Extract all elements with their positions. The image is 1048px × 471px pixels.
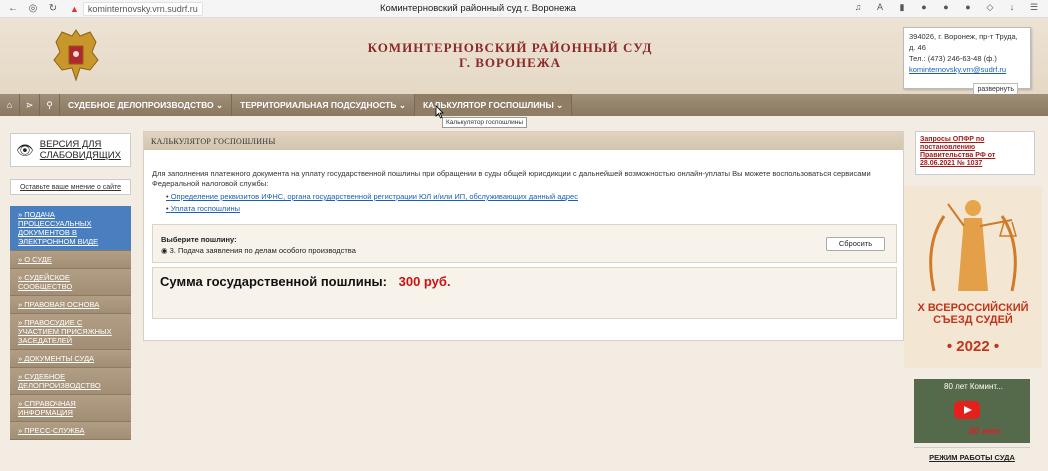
home-icon[interactable]: ⌂: [0, 94, 20, 116]
search-icon[interactable]: ⚲: [40, 94, 60, 116]
browser-toolbar: ← ◎ ↻ ▲ kominternovsky.vrn.sudrf.ru Коми…: [0, 0, 1048, 18]
sidebar-item-reference[interactable]: СПРАВОЧНАЯ ИНФОРМАЦИЯ: [10, 395, 131, 422]
menu-icon[interactable]: ☰: [1028, 2, 1040, 13]
sidebar-item-judges[interactable]: СУДЕЙСКОЕ СООБЩЕСТВО: [10, 269, 131, 296]
phone-text: Тел.: (473) 246-63-48 (ф.): [909, 54, 997, 63]
reload-icon[interactable]: ↻: [46, 2, 60, 16]
page-title: КАЛЬКУЛЯТОР ГОСПОШЛИНЫ: [144, 132, 903, 150]
back-icon[interactable]: ←: [6, 2, 20, 16]
main-menu: ⌂ ⋗ ⚲ СУДЕБНОЕ ДЕЛОПРОИЗВОДСТВО ⌄ ТЕРРИТ…: [0, 94, 1048, 116]
main-content: КАЛЬКУЛЯТОР ГОСПОШЛИНЫ Для заполнения пл…: [143, 131, 904, 341]
shield-icon[interactable]: ◇: [984, 2, 996, 13]
fns-links: Определение реквизитов ИФНС, органа госу…: [166, 191, 578, 215]
play-icon[interactable]: [954, 401, 980, 419]
bookmark-icon[interactable]: ▮: [896, 2, 908, 13]
tooltip: Калькулятор госпошлины: [442, 117, 527, 128]
pension-fund-notice-link[interactable]: Запросы ОПФР по постановлению Правительс…: [915, 131, 1035, 175]
court-title-line1: КОМИНТЕРНОВСКИЙ РАЙОННЫЙ СУД: [367, 40, 653, 55]
sidebar-item-documents[interactable]: ДОКУМЕНТЫ СУДА: [10, 350, 131, 368]
menu-item-label: ТЕРРИТОРИАЛЬНАЯ ПОДСУДНОСТЬ: [240, 100, 397, 110]
menu-item-label: СУДЕБНОЕ ДЕЛОПРОИЗВОДСТВО: [68, 100, 214, 110]
feedback-link[interactable]: Оставьте ваше мнение о сайте: [10, 179, 131, 195]
themis-statue-icon: [929, 200, 1017, 292]
fee-selector: Выберите пошлину: ◉ 3. Подача заявления …: [152, 224, 897, 263]
reader-icon[interactable]: ◎: [26, 2, 40, 16]
court-title-line2: Г. ВОРОНЕЖА: [458, 55, 562, 70]
video-stamp: 80 лет: [969, 426, 1000, 436]
court-schedule-link[interactable]: РЕЖИМ РАБОТЫ СУДА: [914, 447, 1030, 467]
congress-year: • 2022 •: [946, 338, 1000, 355]
selected-fee-option[interactable]: ◉ 3. Подача заявления по делам особого п…: [161, 246, 356, 255]
sidebar-nav: ПОДАЧА ПРОЦЕССУАЛЬНЫХ ДОКУМЕНТОВ В ЭЛЕКТ…: [10, 206, 131, 440]
video-title: 80 лет Коминт...: [944, 382, 1003, 391]
selected-fee-label: 3. Подача заявления по делам особого про…: [169, 246, 356, 255]
sidebar-item-about[interactable]: О СУДЕ: [10, 251, 131, 269]
radio-selected-icon[interactable]: ◉: [161, 246, 168, 255]
sidebar-item-press[interactable]: ПРЕСС-СЛУЖБА: [10, 422, 131, 440]
reset-button[interactable]: Сбросить: [826, 237, 885, 251]
sidebar-item-legal-basis[interactable]: ПРАВОВАЯ ОСНОВА: [10, 296, 131, 314]
url-text[interactable]: kominternovsky.vrn.sudrf.ru: [82, 1, 203, 16]
sum-label: Сумма государственной пошлины:: [160, 274, 387, 289]
address-bar[interactable]: ▲ kominternovsky.vrn.sudrf.ru: [70, 1, 203, 16]
site-header: КОМИНТЕРНОВСКИЙ РАЙОННЫЙ СУД Г. ВОРОНЕЖА…: [0, 18, 1048, 96]
fee-sum-box: Сумма государственной пошлины: 300 руб.: [152, 267, 897, 319]
court-title: КОМИНТЕРНОВСКИЙ РАЙОННЫЙ СУД Г. ВОРОНЕЖА: [360, 40, 660, 70]
choose-label: Выберите пошлину:: [161, 235, 237, 244]
sum-value: 300 руб.: [398, 274, 451, 289]
congress-text: X ВСЕРОССИЙСКИЙ СЪЕЗД СУДЕЙ: [917, 302, 1029, 326]
video-thumbnail[interactable]: 80 лет Коминт... 80 лет: [914, 379, 1030, 443]
eye-icon: 👁: [16, 141, 34, 158]
sidebar-item-proceedings[interactable]: СУДЕБНОЕ ДЕЛОПРОИЗВОДСТВО: [10, 368, 131, 395]
mouse-cursor-icon: [435, 105, 444, 119]
menu-item-proceedings[interactable]: СУДЕБНОЕ ДЕЛОПРОИЗВОДСТВО ⌄: [60, 94, 233, 116]
menu-item-jurisdiction[interactable]: ТЕРРИТОРИАЛЬНАЯ ПОДСУДНОСТЬ ⌄: [232, 94, 415, 116]
share-icon[interactable]: ⋗: [20, 94, 40, 116]
headphones-icon[interactable]: ♫: [852, 2, 864, 13]
warning-icon: ▲: [70, 3, 79, 14]
extension-icon[interactable]: ●: [940, 2, 952, 13]
intro-text: Для заполнения платежного документа на у…: [152, 169, 871, 188]
extension-icon[interactable]: ●: [962, 2, 974, 13]
address-text: 394026, г. Воронеж, пр-т Труда, д. 46: [909, 32, 1018, 52]
sidebar-item-e-filing[interactable]: ПОДАЧА ПРОЦЕССУАЛЬНЫХ ДОКУМЕНТОВ В ЭЛЕКТ…: [10, 206, 131, 251]
low-vision-label: ВЕРСИЯ ДЛЯ СЛАБОВИДЯЩИХ: [39, 139, 121, 161]
email-link[interactable]: kominternovsky.vrn@sudrf.ru: [909, 65, 1006, 74]
sidebar-item-jury[interactable]: ПРАВОСУДИЕ С УЧАСТИЕМ ПРИСЯЖНЫХ ЗАСЕДАТЕ…: [10, 314, 131, 350]
contact-box: 394026, г. Воронеж, пр-т Труда, д. 46 Те…: [903, 27, 1031, 96]
download-icon[interactable]: ↓: [1006, 2, 1018, 13]
ifns-details-link[interactable]: Определение реквизитов ИФНС, органа госу…: [166, 191, 578, 203]
extension-icon[interactable]: ●: [918, 2, 930, 13]
judges-congress-banner[interactable]: X ВСЕРОССИЙСКИЙ СЪЕЗД СУДЕЙ • 2022 •: [904, 186, 1042, 368]
low-vision-version-button[interactable]: 👁 ВЕРСИЯ ДЛЯ СЛАБОВИДЯЩИХ: [10, 133, 131, 167]
translate-icon[interactable]: A: [874, 2, 886, 13]
fee-payment-link[interactable]: Уплата госпошлины: [166, 203, 578, 215]
coat-of-arms-icon: [53, 29, 99, 82]
tab-title: Коминтерновский районный суд г. Воронежа: [380, 3, 576, 14]
